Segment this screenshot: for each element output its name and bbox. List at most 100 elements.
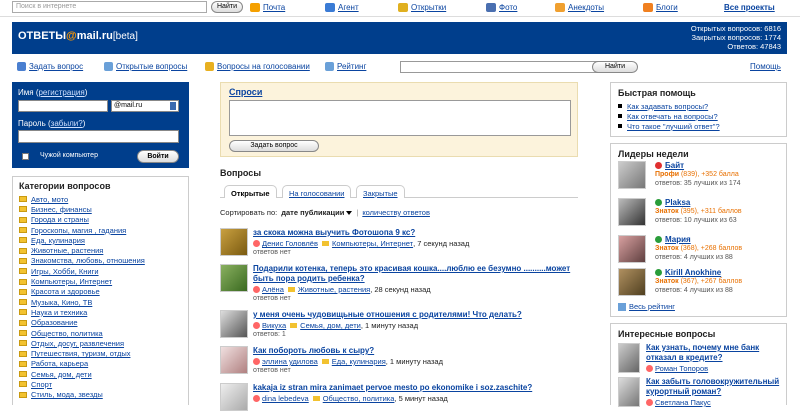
interesting-question-title[interactable]: Как узнать, почему мне банк отказал в кр… (646, 343, 783, 363)
question-category[interactable]: Компьютеры, Интернет (332, 239, 413, 248)
interesting-title: Интересные вопросы (618, 329, 716, 339)
category-item[interactable]: Работа, карьера (19, 359, 182, 369)
site-stats: Открытых вопросов: 6816 Закрытых вопросо… (690, 24, 781, 51)
question-title[interactable]: kakaja iz stran mira zanimaet pervoe mes… (253, 383, 578, 393)
help-item[interactable]: Как отвечать на вопросы? (618, 111, 779, 121)
open-questions-link[interactable]: Открытые вопросы (104, 62, 187, 71)
user-avatar[interactable] (220, 383, 248, 411)
question-textarea[interactable] (229, 100, 571, 136)
questions-search-input[interactable] (400, 61, 598, 73)
help-item[interactable]: Как задавать вопросы? (618, 101, 779, 111)
user-avatar[interactable] (220, 228, 248, 256)
user-avatar[interactable] (220, 264, 248, 292)
questions-search-button[interactable]: Найти (592, 61, 638, 73)
question-author[interactable]: Викуха (262, 321, 286, 330)
question-category[interactable]: Еда, кулинария (332, 357, 386, 366)
question-title[interactable]: за скока можна выучить Фотошопа 9 кс? (253, 228, 578, 238)
voting-questions-link[interactable]: Вопросы на голосовании (205, 62, 310, 71)
category-item[interactable]: Путешествия, туризм, отдых (19, 348, 182, 358)
leader-name[interactable]: Мария (665, 235, 691, 244)
portal-link-agent[interactable]: Агент (325, 3, 359, 12)
category-item[interactable]: Животные, растения (19, 245, 182, 255)
category-item[interactable]: Гороскопы, магия , гадания (19, 225, 182, 235)
help-item[interactable]: Что такое "лучший ответ"? (618, 121, 779, 131)
sort-by-date[interactable]: дате публикации (281, 208, 353, 217)
portal-link-mail[interactable]: Почта (250, 3, 285, 12)
site-logo[interactable]: ОТВЕТЫ@mail.ru[beta] (18, 30, 138, 42)
ask-submit-button[interactable]: Задать вопрос (229, 140, 319, 152)
question-title[interactable]: Как побороть любовь к сыру? (253, 346, 578, 356)
category-item[interactable]: Спорт (19, 379, 182, 389)
leader-name[interactable]: Kirill Anokhine (665, 268, 721, 277)
category-item[interactable]: Еда, кулинария (19, 235, 182, 245)
category-item[interactable]: Образование (19, 318, 182, 328)
question-title[interactable]: у меня очень чудовищьные отношения с род… (253, 310, 578, 320)
question-author[interactable]: Алёна (262, 285, 284, 294)
leader-avatar[interactable] (618, 198, 646, 226)
leader-avatar[interactable] (618, 268, 646, 296)
folder-icon (321, 359, 329, 364)
leader-name[interactable]: Байт (665, 161, 684, 170)
interesting-author[interactable]: Роман Топоров (655, 364, 708, 373)
alien-computer-checkbox[interactable] (22, 153, 29, 160)
open-questions-icon (104, 62, 113, 71)
category-item[interactable]: Стиль, мода, звезды (19, 390, 182, 400)
ask-title[interactable]: Спроси (229, 87, 262, 97)
category-item[interactable]: Авто, мото (19, 194, 182, 204)
category-item[interactable]: Красота и здоровье (19, 287, 182, 297)
sort-by-answers[interactable]: количеству ответов (362, 208, 430, 217)
leader-avatar[interactable] (618, 235, 646, 263)
interesting-question-title[interactable]: Как забыть головокружительный курортный … (646, 377, 783, 397)
user-avatar[interactable] (618, 343, 640, 373)
top-search-input[interactable]: Поиск в интернете (12, 1, 207, 13)
category-item[interactable]: Отдых, досуг, развлечения (19, 338, 182, 348)
folder-icon (19, 216, 27, 223)
user-avatar[interactable] (220, 346, 248, 374)
user-icon (253, 395, 260, 402)
leader-name[interactable]: Plaksa (665, 198, 690, 207)
question-author[interactable]: dina lebedeva (262, 394, 309, 403)
category-item[interactable]: Игры, Хобби, Книги (19, 266, 182, 276)
login-password-input[interactable] (18, 130, 179, 143)
all-rating-link[interactable]: Весь рейтинг (618, 302, 675, 311)
ask-box: Спроси Задать вопрос (220, 82, 578, 157)
help-link[interactable]: Помощь (750, 62, 781, 71)
category-item[interactable]: Бизнес, финансы (19, 204, 182, 214)
category-item[interactable]: Семья, дом, дети (19, 369, 182, 379)
user-avatar[interactable] (220, 310, 248, 338)
leader-avatar[interactable] (618, 161, 646, 189)
question-category[interactable]: Животные, растения (298, 285, 370, 294)
category-item[interactable]: Знакомства, любовь, отношения (19, 256, 182, 266)
question-title[interactable]: Подарили котенка, теперь это красивая ко… (253, 264, 578, 284)
domain-select[interactable]: @mail.ru (111, 100, 179, 112)
interesting-author[interactable]: Светлана Пакус (655, 398, 711, 407)
category-item[interactable]: Компьютеры, Интернет (19, 276, 182, 286)
forgot-link[interactable]: забыли? (51, 119, 83, 128)
question-author[interactable]: Денис Головлёв (262, 239, 318, 248)
top-search-button[interactable]: Найти (211, 1, 243, 13)
tab-open[interactable]: Открытые (224, 185, 277, 198)
folder-icon (287, 287, 295, 292)
category-item[interactable]: Наука и техника (19, 307, 182, 317)
question-answers: ответов: 1 (253, 331, 286, 338)
question-category[interactable]: Общество, политика (323, 394, 395, 403)
leaders-title: Лидеры недели (618, 149, 689, 159)
all-projects-link[interactable]: Все проекты (724, 3, 775, 12)
portal-link-blogs[interactable]: Блоги (643, 3, 678, 12)
ask-question-link[interactable]: Задать вопрос (17, 62, 83, 71)
login-button[interactable]: Войти (137, 150, 179, 163)
question-author[interactable]: эллина удилова (262, 357, 318, 366)
question-category[interactable]: Семья, дом, дети (300, 321, 361, 330)
register-link[interactable]: регистрация (38, 88, 84, 97)
tab-closed[interactable]: Закрытые (356, 185, 405, 198)
login-name-input[interactable] (18, 100, 108, 112)
rating-link[interactable]: Рейтинг (325, 62, 366, 71)
user-avatar[interactable] (618, 377, 640, 407)
portal-link-photo[interactable]: Фото (486, 3, 517, 12)
category-item[interactable]: Общество, политика (19, 328, 182, 338)
portal-link-postcards[interactable]: Открытки (398, 3, 446, 12)
tab-voting[interactable]: На голосовании (282, 185, 352, 198)
category-item[interactable]: Города и страны (19, 215, 182, 225)
portal-link-jokes[interactable]: Анекдоты (555, 3, 604, 12)
category-item[interactable]: Музыка, Кино, ТВ (19, 297, 182, 307)
